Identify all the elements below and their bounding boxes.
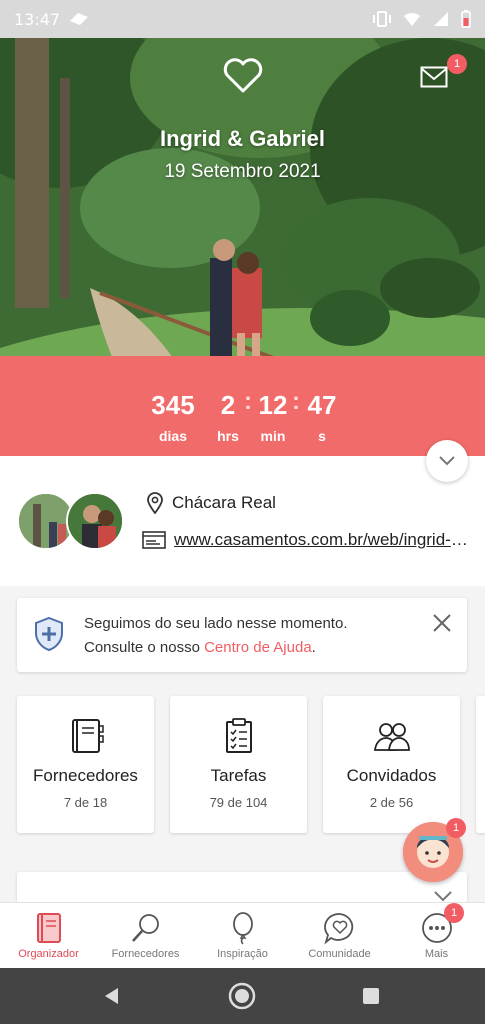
home-icon[interactable]	[228, 982, 256, 1010]
back-icon[interactable]	[102, 986, 122, 1006]
countdown-minutes: 12	[258, 390, 288, 420]
location-pin-icon	[147, 492, 163, 514]
help-line-2-suffix: .	[311, 639, 316, 656]
status-bar: 13:47	[0, 0, 485, 38]
nav-label: Inspiração	[217, 948, 268, 960]
location-name: Chácara Real	[172, 493, 276, 512]
vibrate-icon	[373, 11, 391, 27]
more-badge: 1	[444, 903, 464, 923]
avatar-photo-2[interactable]	[66, 492, 124, 550]
assistant-badge: 1	[446, 818, 466, 838]
system-navigation-bar	[0, 968, 485, 1024]
app-notification-icon	[70, 13, 89, 25]
website-link[interactable]: www.casamentos.com.br/web/ingrid-e-gabri…	[174, 530, 470, 550]
tile-subtitle: 7 de 18	[63, 795, 108, 810]
tile-tarefas[interactable]: Tarefas 79 de 104	[170, 696, 307, 833]
countdown-seconds: 47	[307, 390, 337, 420]
countdown-minutes-label: min	[260, 428, 286, 444]
tile-subtitle: 2 de 56	[369, 795, 414, 810]
battery-icon	[461, 10, 471, 28]
chat-heart-icon	[323, 913, 353, 945]
countdown-days-label: dias	[158, 428, 187, 444]
guests-icon	[373, 723, 410, 751]
wifi-icon	[404, 12, 420, 26]
tile-convidados[interactable]: Convidados 2 de 56	[323, 696, 460, 833]
countdown-hours: 2	[220, 390, 236, 420]
checklist-icon	[225, 718, 252, 753]
help-line-2-prefix: Consulte o nosso	[84, 639, 205, 656]
bottom-navigation: Organizador Fornecedores Inspiração Comu…	[0, 902, 485, 968]
tile-title: Convidados	[346, 766, 437, 785]
heart-logo-icon	[223, 58, 263, 93]
location-row[interactable]: Chácara Real	[146, 492, 276, 514]
tile-fornecedores[interactable]: Fornecedores 7 de 18	[17, 696, 154, 833]
help-line-1: Seguimos do seu lado nesse momento.	[84, 615, 348, 632]
countdown: 345 2 : 12 : 47 dias hrs min s	[0, 358, 485, 458]
shield-icon	[35, 616, 63, 652]
wedding-date: 19 Setembro 2021	[164, 161, 321, 182]
tile-subtitle: 79 de 104	[209, 795, 268, 810]
notebook-icon	[71, 719, 104, 753]
mail-icon[interactable]	[420, 66, 448, 88]
tile-partial[interactable]	[476, 696, 485, 833]
chevron-down-icon	[434, 891, 452, 902]
chevron-down-icon	[439, 456, 455, 466]
website-row[interactable]: www.casamentos.com.br/web/ingrid-e-gabri…	[142, 530, 472, 550]
mail-badge: 1	[447, 54, 467, 74]
countdown-hours-label: hrs	[217, 428, 239, 444]
nav-mais[interactable]: 1 Mais	[388, 903, 485, 968]
hero-banner: 1 Ingrid & Gabriel 19 Setembro 2021 345 …	[0, 38, 485, 458]
balloon-icon	[232, 912, 253, 945]
search-icon	[131, 914, 159, 942]
nav-inspiracao[interactable]: Inspiração	[194, 903, 291, 968]
nav-organizador[interactable]: Organizador	[0, 903, 97, 968]
close-icon[interactable]	[431, 612, 453, 634]
nav-label: Organizador	[18, 948, 79, 960]
nav-fornecedores[interactable]: Fornecedores	[97, 903, 194, 968]
nav-label: Comunidade	[308, 948, 371, 960]
status-time: 13:47	[14, 9, 61, 29]
help-card: Seguimos do seu lado nesse momento. Cons…	[17, 598, 467, 672]
notebook-icon	[36, 913, 61, 943]
countdown-colon: :	[292, 388, 300, 415]
countdown-seconds-label: s	[318, 428, 326, 444]
recents-icon[interactable]	[361, 986, 381, 1006]
help-line-2: Consulte o nosso Centro de Ajuda.	[84, 636, 348, 660]
wedding-info: Chácara Real www.casamentos.com.br/web/i…	[0, 456, 485, 586]
signal-icon	[434, 12, 448, 26]
countdown-days: 345	[151, 390, 195, 420]
tile-title: Fornecedores	[33, 766, 138, 785]
expand-button[interactable]	[426, 440, 468, 482]
couple-names: Ingrid & Gabriel	[159, 126, 326, 151]
tile-title: Tarefas	[210, 766, 267, 785]
website-icon	[142, 531, 166, 549]
help-center-link[interactable]: Centro de Ajuda	[204, 639, 312, 656]
nav-comunidade[interactable]: Comunidade	[291, 903, 388, 968]
nav-label: Mais	[424, 948, 449, 960]
nav-label: Fornecedores	[111, 948, 180, 960]
countdown-colon: :	[244, 388, 252, 415]
